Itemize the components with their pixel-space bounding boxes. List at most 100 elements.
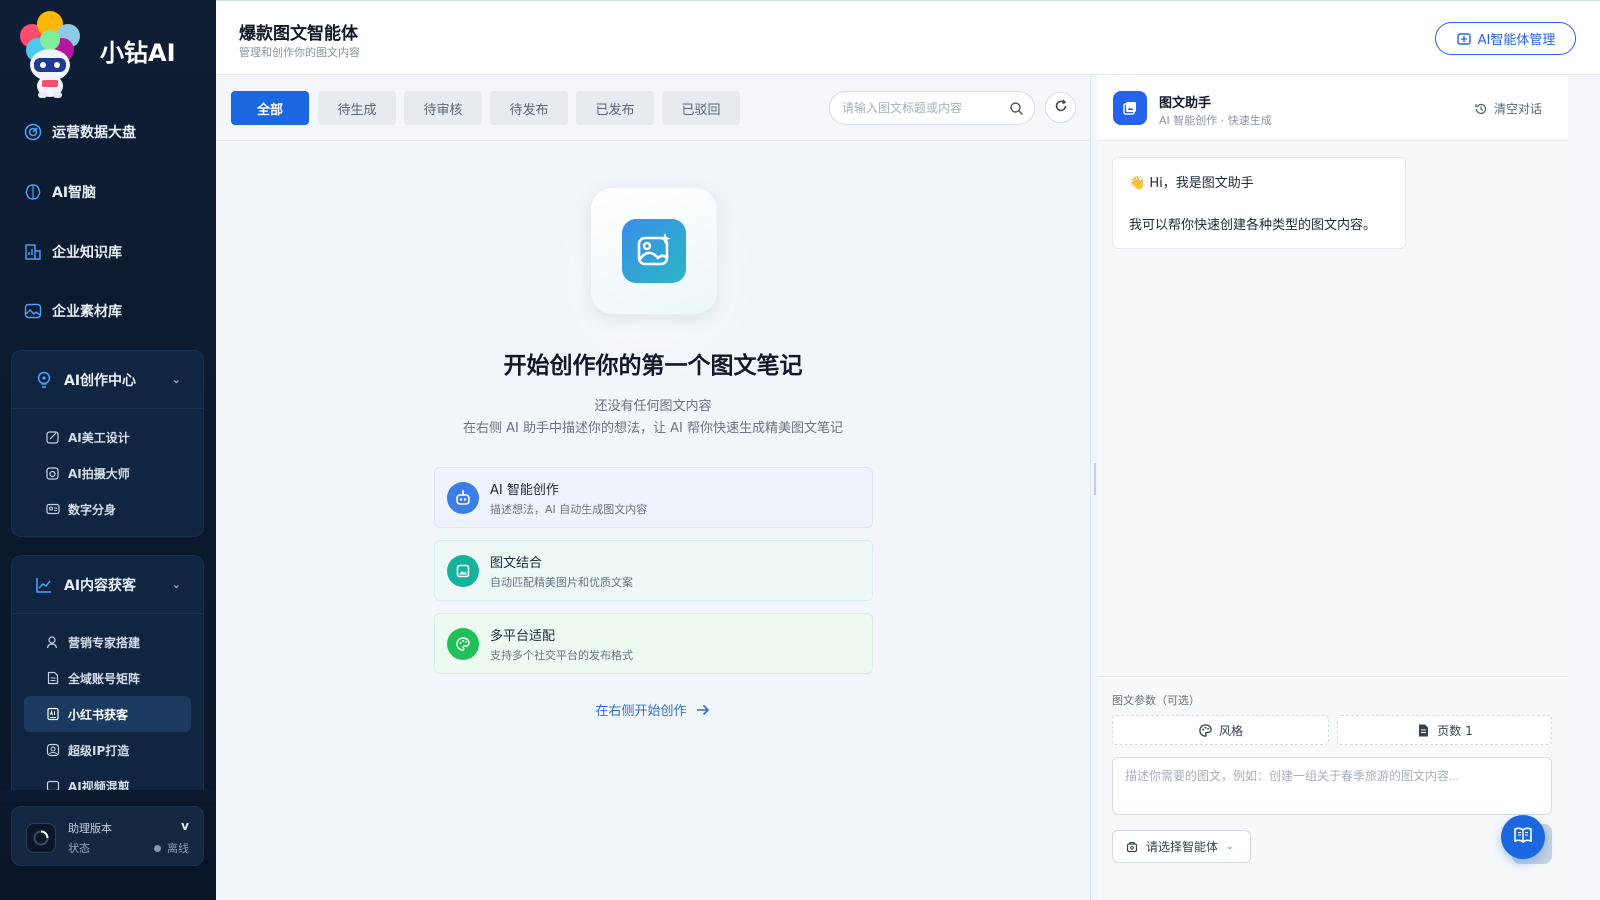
dashboard-icon — [24, 123, 42, 141]
version-label: 助理版本 — [68, 822, 112, 835]
resize-handle[interactable] — [1094, 463, 1096, 495]
tab-all[interactable]: 全部 — [231, 91, 309, 125]
clear-chat-label: 清空对话 — [1493, 102, 1542, 116]
bulb-icon — [34, 370, 54, 390]
panel-divider — [1090, 75, 1091, 900]
feature-card-image-text: 图文结合 自动匹配精美图片和优质文案 — [434, 540, 873, 601]
search-input[interactable] — [842, 101, 1002, 115]
sidebar-item-super-ip[interactable]: 超级IP打造 — [24, 732, 191, 768]
assistant-header: 图文助手 AI 智能创作 · 快速生成 清空对话 — [1097, 75, 1568, 141]
sidebar-item-ai-photo[interactable]: AI拍摄大师 — [24, 455, 191, 491]
version-value: v — [181, 819, 189, 833]
status-badge: 离线 — [154, 840, 189, 856]
book-icon — [1512, 824, 1534, 850]
picture-icon — [447, 554, 479, 587]
feature-desc: 自动匹配精美图片和优质文案 — [490, 575, 633, 589]
design-icon — [46, 430, 60, 444]
assistant-message: 👋 Hi，我是图文助手 我可以帮你快速创建各种类型的图文内容。 — [1112, 157, 1406, 249]
portrait-icon — [46, 743, 60, 757]
sidebar: 小钻AI 运营数据大盘 AI智脑 企业知识库 企业素材库 AI创作中心 ⌄ AI… — [0, 0, 216, 900]
sidebar-fade — [0, 790, 216, 802]
tab-published[interactable]: 已发布 — [576, 91, 654, 125]
tab-pending-review[interactable]: 待审核 — [404, 91, 482, 125]
feature-desc: 支持多个社交平台的发布格式 — [490, 648, 633, 662]
content-panel: 全部 待生成 待审核 待发布 已发布 已驳回 开始创作你的第一个图文笔记 还没有… — [216, 75, 1090, 900]
tab-rejected[interactable]: 已驳回 — [662, 91, 740, 125]
assistant-name: 图文助手 — [1159, 96, 1212, 111]
refresh-button[interactable] — [1045, 92, 1076, 123]
start-creating-label: 在右侧开始创作 — [595, 704, 687, 719]
trend-icon — [34, 575, 54, 595]
feature-card-multi-platform: 多平台适配 支持多个社交平台的发布格式 — [434, 613, 873, 674]
robot-icon — [447, 481, 479, 514]
assistant-status-card[interactable]: 助理版本 状态 v 离线 — [11, 806, 204, 866]
sidebar-item-ai-brain[interactable]: AI智脑 — [24, 182, 96, 202]
page-title: 爆款图文智能体 — [239, 24, 358, 44]
right-edge-strip — [1568, 75, 1600, 900]
logo[interactable]: 小钻AI — [18, 10, 176, 98]
sidebar-item-material-library[interactable]: 企业素材库 — [24, 301, 122, 321]
agent-select[interactable]: 请选择智能体 ⌄ — [1112, 830, 1251, 863]
start-creating-link[interactable]: 在右侧开始创作 — [216, 700, 1090, 719]
status-label: 状态 — [68, 842, 90, 855]
tab-pending-generate[interactable]: 待生成 — [318, 91, 396, 125]
sidebar-item-label: 营销专家搭建 — [68, 635, 141, 650]
wave-emoji: 👋 — [1129, 176, 1146, 191]
arrow-right-icon — [695, 703, 711, 717]
sidebar-item-label: AI美工设计 — [68, 430, 130, 445]
sidebar-item-label: 数字分身 — [68, 502, 117, 517]
sidebar-item-digital-avatar[interactable]: 数字分身 — [24, 491, 191, 527]
image-icon — [24, 302, 42, 320]
refresh-icon — [1054, 99, 1068, 117]
sidebar-item-xiaohongshu[interactable]: 小红书获客 — [24, 696, 191, 732]
assistant-panel: 图文助手 AI 智能创作 · 快速生成 清空对话 👋 Hi，我是图文助手 我可以… — [1097, 75, 1568, 900]
tab-pending-publish[interactable]: 待发布 — [490, 91, 568, 125]
guide-float-button[interactable] — [1501, 815, 1545, 859]
style-label: 风格 — [1218, 723, 1243, 738]
greeting-text: Hi，我是图文助手 — [1149, 176, 1254, 191]
feature-title: AI 智能创作 — [490, 482, 559, 498]
filter-toolbar: 全部 待生成 待审核 待发布 已发布 已驳回 — [216, 75, 1090, 141]
sidebar-item-label: 企业素材库 — [52, 304, 122, 320]
sidebar-item-account-matrix[interactable]: 全域账号矩阵 — [24, 660, 191, 696]
chevron-down-icon: ⌄ — [171, 578, 181, 591]
sidebar-item-marketing-expert[interactable]: 营销专家搭建 — [24, 624, 191, 660]
sidebar-item-video-mix[interactable]: AI视频混剪 — [24, 768, 191, 791]
sidebar-group-header-ai-content[interactable]: AI内容获客 ⌄ — [12, 556, 203, 614]
sidebar-item-dashboard[interactable]: 运营数据大盘 — [24, 122, 136, 142]
sidebar-group-label: AI内容获客 — [64, 577, 137, 594]
loading-spinner-icon — [26, 823, 56, 853]
brain-icon — [24, 183, 42, 201]
empty-state-hint: 在右侧 AI 助手中描述你的想法，让 AI 帮你快速生成精美图文笔记 — [463, 421, 843, 436]
sidebar-item-ai-design[interactable]: AI美工设计 — [24, 419, 191, 455]
page-header: 爆款图文智能体 管理和创作你的图文内容 AI智能体管理 — [216, 0, 1600, 75]
search-icon[interactable] — [1009, 101, 1024, 116]
sidebar-group-header-ai-creation[interactable]: AI创作中心 ⌄ — [12, 351, 203, 409]
feature-card-ai-creation: AI 智能创作 描述想法，AI 自动生成图文内容 — [434, 467, 873, 528]
pages-button[interactable]: 页数 1 — [1337, 715, 1552, 745]
document-icon — [46, 671, 60, 685]
prompt-input[interactable] — [1125, 767, 1539, 807]
params-label: 图文参数（可选） — [1112, 694, 1200, 707]
clear-chat-button[interactable]: 清空对话 — [1474, 100, 1542, 117]
feature-title: 图文结合 — [490, 555, 543, 571]
search-box — [829, 91, 1035, 125]
agent-manage-icon — [1456, 31, 1472, 47]
sidebar-item-knowledge-base[interactable]: 企业知识库 — [24, 242, 122, 262]
ai-doc-icon — [46, 707, 60, 721]
pages-icon — [1416, 723, 1431, 738]
agent-select-label: 请选择智能体 — [1146, 840, 1219, 854]
sidebar-item-label: AI视频混剪 — [68, 779, 130, 792]
pages-label: 页数 1 — [1437, 723, 1473, 738]
agent-manage-button[interactable]: AI智能体管理 — [1435, 22, 1576, 55]
style-button[interactable]: 风格 — [1112, 715, 1329, 745]
sidebar-item-label: 全域账号矩阵 — [68, 671, 141, 686]
empty-state-desc: 还没有任何图文内容 — [594, 399, 712, 414]
empty-state-title: 开始创作你的第一个图文笔记 — [503, 353, 803, 379]
chevron-down-icon: ⌄ — [171, 373, 181, 386]
history-icon — [1474, 102, 1488, 116]
app-name: 小钻AI — [100, 38, 176, 67]
agent-select-icon — [1126, 841, 1138, 853]
assistant-desc: AI 智能创作 · 快速生成 — [1159, 114, 1272, 127]
sidebar-item-label: AI拍摄大师 — [68, 466, 130, 481]
